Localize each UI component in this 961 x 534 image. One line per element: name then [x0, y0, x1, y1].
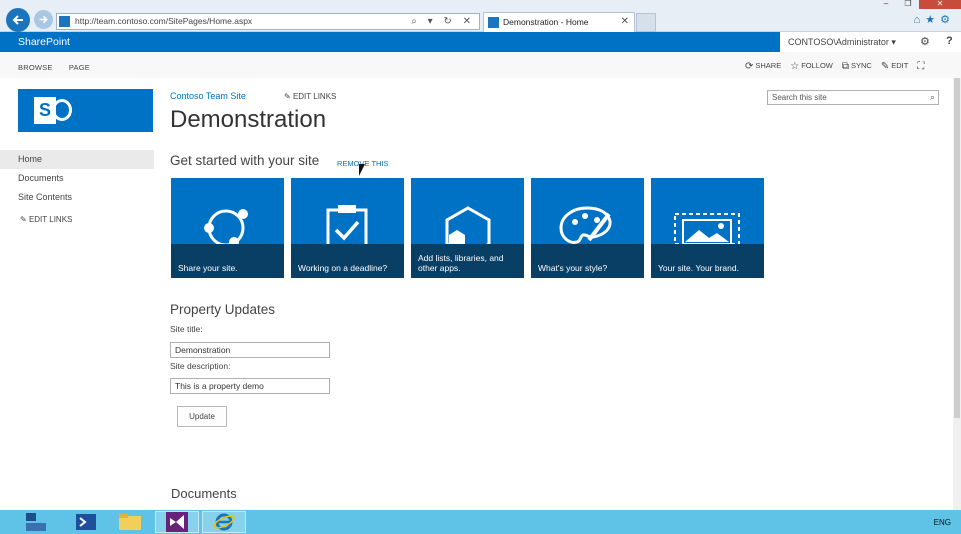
arrow-left-icon — [12, 15, 23, 25]
update-button[interactable]: Update — [177, 406, 227, 427]
address-controls[interactable]: ⌕ ▾ ↻ ✕ — [411, 14, 475, 29]
browser-chrome: http://team.contoso.com/SitePages/Home.a… — [0, 0, 961, 32]
edit-label: EDIT — [891, 61, 909, 70]
tile-share-site[interactable]: Share your site. — [171, 178, 284, 278]
documents-heading: Documents — [171, 486, 237, 501]
hexagon-apps-icon — [445, 206, 491, 244]
search-input[interactable]: Search this site ⌕ — [767, 90, 939, 105]
internet-explorer-icon[interactable] — [202, 511, 246, 533]
browser-tab[interactable]: Demonstration - Home ✕ — [483, 12, 635, 32]
ribbon-actions: ⟳ SHARE ☆ FOLLOW ⧉ SYNC ✎ EDIT ⛶ — [745, 61, 926, 72]
close-window-button[interactable]: ✕ — [919, 0, 961, 9]
edit-links-top[interactable]: ✎ EDIT LINKS — [284, 92, 336, 101]
tile-label: What's your style? — [538, 263, 608, 273]
scrollbar-thumb[interactable] — [954, 78, 960, 418]
tools-gear-icon[interactable]: ⚙ — [940, 14, 955, 26]
powershell-icon[interactable] — [64, 511, 108, 533]
share-button[interactable]: ⟳ SHARE — [745, 61, 781, 72]
mouse-cursor-icon — [359, 164, 365, 176]
edit-links-top-label: EDIT LINKS — [292, 92, 337, 101]
tab-page[interactable]: PAGE — [69, 63, 90, 72]
nav-item-home[interactable]: Home — [0, 150, 154, 169]
settings-gear-icon[interactable]: ⚙ — [920, 35, 930, 48]
nav-item-site-contents[interactable]: Site Contents — [0, 188, 154, 207]
site-title-label: Site title: — [170, 324, 203, 334]
get-started-tiles: Share your site. Working on a deadline? … — [171, 178, 764, 278]
vertical-scrollbar[interactable] — [953, 78, 961, 510]
follow-label: FOLLOW — [801, 61, 833, 70]
follow-button[interactable]: ☆ FOLLOW — [790, 61, 833, 72]
palette-icon — [559, 206, 612, 244]
left-navigation: Home Documents Site Contents ✎ EDIT LINK… — [0, 150, 154, 224]
site-name-link[interactable]: Contoso Team Site — [170, 91, 246, 101]
new-tab-button[interactable] — [636, 13, 656, 32]
edit-button[interactable]: ✎ EDIT — [881, 61, 908, 72]
site-logo[interactable]: S — [18, 89, 153, 132]
pencil-icon: ✎ — [20, 215, 29, 224]
forward-button[interactable] — [34, 10, 53, 29]
visual-studio-icon[interactable] — [155, 511, 199, 533]
tile-brand[interactable]: Your site. Your brand. — [651, 178, 764, 278]
tile-label: Add lists, libraries, and other apps. — [418, 253, 504, 273]
tile-label: Your site. Your brand. — [658, 263, 739, 273]
minimize-button[interactable]: – — [875, 0, 897, 9]
property-updates-title: Property Updates — [170, 302, 276, 317]
pencil-icon: ✎ — [880, 61, 890, 72]
star-outline-icon: ☆ — [790, 61, 800, 72]
user-menu[interactable]: CONTOSO\Administrator ▾ — [788, 37, 896, 48]
tile-label: Working on a deadline? — [298, 263, 388, 273]
site-description-label: Site description: — [170, 361, 231, 371]
search-icon[interactable]: ⌕ — [930, 91, 935, 104]
suite-bar: SharePoint CONTOSO\Administrator ▾ ⚙ ? — [0, 32, 961, 52]
address-url: http://team.contoso.com/SitePages/Home.a… — [75, 16, 253, 26]
address-bar[interactable]: http://team.contoso.com/SitePages/Home.a… — [56, 13, 480, 30]
nav-item-documents[interactable]: Documents — [0, 169, 154, 188]
favorites-star-icon[interactable]: ★ — [925, 14, 940, 26]
share-icon: ⟳ — [745, 61, 754, 72]
arrow-right-icon — [39, 15, 48, 24]
home-icon[interactable]: ⌂ — [914, 14, 926, 26]
restore-button[interactable]: ❐ — [897, 0, 919, 9]
focus-content-icon[interactable]: ⛶ — [917, 61, 924, 72]
site-title-field[interactable]: Demonstration — [170, 342, 330, 358]
sharepoint-brand[interactable]: SharePoint — [18, 36, 70, 48]
site-description-field[interactable]: This is a property demo — [170, 378, 330, 394]
tile-add-apps[interactable]: Add lists, libraries, and other apps. — [411, 178, 524, 278]
pencil-icon: ✎ — [284, 92, 293, 101]
server-manager-icon[interactable] — [14, 511, 58, 533]
back-button[interactable] — [6, 8, 30, 32]
suite-bar-right: CONTOSO\Administrator ▾ ⚙ ? — [780, 32, 961, 52]
tile-style[interactable]: What's your style? — [531, 178, 644, 278]
share-icon — [204, 209, 248, 244]
page-title: Demonstration — [170, 106, 327, 133]
window-controls: – ❐ ✕ — [875, 0, 961, 9]
nav-edit-links[interactable]: ✎ EDIT LINKS — [0, 215, 154, 224]
clipboard-check-icon — [326, 205, 368, 244]
sharepoint-logo-letter: S — [34, 97, 56, 124]
tile-label: Share your site. — [178, 263, 238, 273]
sync-icon: ⧉ — [841, 61, 850, 72]
tab-close-icon[interactable]: ✕ — [621, 13, 629, 31]
tile-deadline[interactable]: Working on a deadline? — [291, 178, 404, 278]
ribbon: BROWSE PAGE ⟳ SHARE ☆ FOLLOW ⧉ SYNC ✎ EDIT ⛶ — [0, 52, 961, 78]
ribbon-tabs: BROWSE PAGE — [18, 63, 104, 72]
tab-title: Demonstration - Home — [503, 17, 589, 27]
help-icon[interactable]: ? — [946, 35, 953, 47]
windows-taskbar: ENG — [0, 510, 961, 534]
sharepoint-favicon-icon — [59, 16, 70, 27]
share-label: SHARE — [755, 61, 782, 70]
search-placeholder: Search this site — [772, 93, 827, 102]
nav-edit-links-label: EDIT LINKS — [28, 215, 73, 224]
sharepoint-favicon-icon — [488, 17, 499, 28]
tab-browse[interactable]: BROWSE — [18, 63, 53, 72]
sync-label: SYNC — [851, 61, 872, 70]
input-language[interactable]: ENG — [934, 518, 951, 527]
image-brand-icon — [674, 213, 740, 244]
get-started-title: Get started with your site — [170, 153, 320, 168]
browser-toolbar-icons: ⌂★⚙ — [914, 13, 955, 26]
sync-button[interactable]: ⧉ SYNC — [842, 61, 872, 72]
file-explorer-icon[interactable] — [108, 511, 152, 533]
